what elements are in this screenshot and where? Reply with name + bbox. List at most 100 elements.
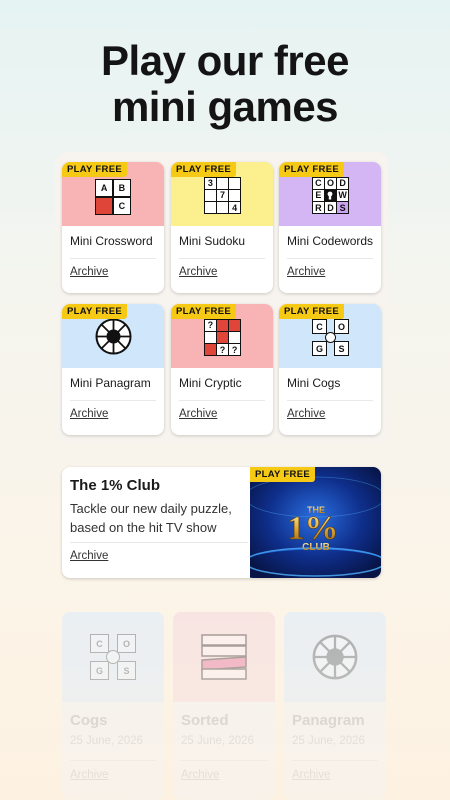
grid-cell-filled xyxy=(217,320,228,331)
game-title: Sorted xyxy=(181,712,229,729)
grid-cell xyxy=(205,332,216,343)
archive-link[interactable]: Archive xyxy=(179,408,217,420)
game-title: Panagram xyxy=(292,712,365,729)
mini-sudoku-thumbnail: 3 7 4 PLAY FREE xyxy=(171,162,273,226)
mini-crossword-card[interactable]: A B C PLAY FREE Mini Crossword Archive xyxy=(62,162,164,293)
grid-cell: D xyxy=(325,202,336,213)
grid-cell: ? xyxy=(229,344,240,355)
grid-cell xyxy=(205,190,216,201)
grid-cell xyxy=(229,332,240,343)
play-free-badge: PLAY FREE xyxy=(279,304,344,319)
divider xyxy=(287,258,373,259)
cryptic-grid-icon: ? ? ? xyxy=(204,319,241,356)
grid-cell: C xyxy=(313,178,324,189)
divider xyxy=(181,760,267,761)
divider xyxy=(179,400,265,401)
grid-cell: D xyxy=(337,178,348,189)
panagram-wheel-icon xyxy=(95,318,132,355)
grid-cell: S xyxy=(337,202,348,213)
club-description: Tackle our new daily puzzle, based on th… xyxy=(70,501,232,535)
recent-panagram-thumbnail xyxy=(284,612,386,702)
mini-cogs-card[interactable]: C O G S PLAY FREE Mini Cogs Archive xyxy=(279,304,381,435)
crossword-grid-icon: A B C xyxy=(95,179,131,215)
game-date: 25 June, 2026 xyxy=(70,735,143,747)
club-title: The 1% Club xyxy=(70,477,161,494)
mini-crossword-thumbnail: A B C PLAY FREE xyxy=(62,162,164,226)
game-title: Mini Cryptic xyxy=(179,376,242,390)
one-percent-club-card[interactable]: The 1% Club Tackle our new daily puzzle,… xyxy=(62,467,381,578)
grid-cell: W xyxy=(337,190,348,201)
grid-cell: A xyxy=(96,180,113,197)
mini-cryptic-card[interactable]: ? ? ? PLAY FREE Mini Cryptic Archive xyxy=(171,304,273,435)
grid-cell: E xyxy=(313,190,324,201)
divider xyxy=(179,258,265,259)
play-free-badge: PLAY FREE xyxy=(171,304,236,319)
mini-panagram-card[interactable]: PLAY FREE Mini Panagram Archive xyxy=(62,304,164,435)
game-title: Mini Crossword xyxy=(70,234,153,248)
divider xyxy=(70,760,156,761)
game-date: 25 June, 2026 xyxy=(292,735,365,747)
recent-sorted-card[interactable]: Sorted 25 June, 2026 Archive xyxy=(173,612,275,800)
grid-cell: ? xyxy=(205,320,216,331)
grid-cell xyxy=(229,178,240,189)
keyhole-icon xyxy=(325,190,336,201)
archive-link[interactable]: Archive xyxy=(179,266,217,278)
club-logo-club: CLUB xyxy=(302,542,330,553)
play-free-badge: PLAY FREE xyxy=(171,162,236,177)
mini-cogs-thumbnail: C O G S PLAY FREE xyxy=(279,304,381,368)
grid-cell xyxy=(217,178,228,189)
cog-tile: S xyxy=(118,662,135,679)
grid-cell: B xyxy=(113,180,130,197)
cog-tile: G xyxy=(313,342,326,355)
archive-link[interactable]: Archive xyxy=(287,408,325,420)
archive-link[interactable]: Archive xyxy=(70,266,108,278)
archive-link[interactable]: Archive xyxy=(292,769,330,781)
play-free-badge: PLAY FREE xyxy=(279,162,344,177)
play-free-badge: PLAY FREE xyxy=(250,467,315,482)
divider xyxy=(292,760,378,761)
cog-tile: C xyxy=(313,320,326,333)
game-title: Mini Sudoku xyxy=(179,234,246,248)
grid-cell: R xyxy=(313,202,324,213)
rotate-arrows-icon xyxy=(325,332,336,343)
game-title: Mini Codewords xyxy=(287,234,374,248)
grid-cell: 3 xyxy=(205,178,216,189)
mini-games-panel: A B C PLAY FREE Mini Crossword Archive 3… xyxy=(55,152,388,442)
archive-link[interactable]: Archive xyxy=(70,550,108,562)
cog-tile: G xyxy=(91,662,108,679)
cog-tile: O xyxy=(335,320,348,333)
mini-sudoku-card[interactable]: 3 7 4 PLAY FREE Mini Sudoku Archive xyxy=(171,162,273,293)
mini-codewords-card[interactable]: C O D E W R D S PLAY FREE Mini Codewords… xyxy=(279,162,381,293)
recent-panagram-card[interactable]: Panagram 25 June, 2026 Archive xyxy=(284,612,386,800)
divider xyxy=(70,258,156,259)
panagram-wheel-icon xyxy=(312,634,358,680)
archive-link[interactable]: Archive xyxy=(287,266,325,278)
grid-cell xyxy=(217,202,228,213)
cog-tile: S xyxy=(335,342,348,355)
grid-cell: C xyxy=(113,197,130,214)
club-logo-graphic: THE 1% CLUB xyxy=(250,467,381,578)
recent-cogs-card[interactable]: C O G S Cogs 25 June, 2026 Archive xyxy=(62,612,164,800)
headline-line-2: mini games xyxy=(111,83,339,130)
recent-sorted-thumbnail xyxy=(173,612,275,702)
play-free-badge: PLAY FREE xyxy=(62,304,127,319)
grid-cell: ? xyxy=(217,344,228,355)
archive-link[interactable]: Archive xyxy=(70,769,108,781)
cogs-icon: C O G S xyxy=(90,634,136,680)
cog-tile: O xyxy=(118,635,135,652)
mini-codewords-thumbnail: C O D E W R D S PLAY FREE xyxy=(279,162,381,226)
grid-cell-filled xyxy=(217,332,228,343)
grid-cell-filled xyxy=(96,197,113,214)
divider xyxy=(70,542,248,543)
play-free-badge: PLAY FREE xyxy=(62,162,127,177)
mini-cryptic-thumbnail: ? ? ? PLAY FREE xyxy=(171,304,273,368)
grid-cell: 7 xyxy=(217,190,228,201)
page-headline: Play our free mini games xyxy=(0,38,450,130)
archive-link[interactable]: Archive xyxy=(70,408,108,420)
game-title: Mini Cogs xyxy=(287,376,341,390)
club-show-image: THE 1% CLUB PLAY FREE xyxy=(250,467,381,578)
divider xyxy=(70,400,156,401)
grid-cell: 4 xyxy=(229,202,240,213)
archive-link[interactable]: Archive xyxy=(181,769,219,781)
sudoku-grid-icon: 3 7 4 xyxy=(204,177,241,214)
